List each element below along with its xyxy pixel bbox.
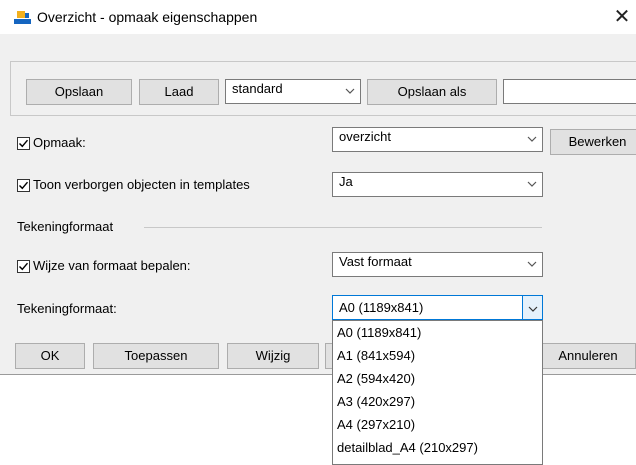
hidden-objects-select-value: Ja [339, 174, 353, 189]
dropdown-option[interactable]: A0 (1189x841) [333, 321, 542, 344]
app-icon [14, 10, 31, 24]
close-button[interactable]: ✕ [608, 4, 636, 30]
title-bar: Overzicht - opmaak eigenschappen ✕ [0, 0, 636, 34]
load-button[interactable]: Laad [139, 79, 219, 105]
format-mode-checkbox[interactable] [17, 260, 30, 273]
opmaak-checkbox[interactable] [17, 137, 30, 150]
dropdown-option[interactable]: A2 (594x420) [333, 367, 542, 390]
edit-button[interactable]: Bewerken [550, 129, 636, 155]
save-button[interactable]: Opslaan [26, 79, 132, 105]
chevron-down-icon[interactable] [522, 296, 542, 319]
cancel-button[interactable]: Annuleren [540, 343, 636, 369]
chevron-down-icon [522, 128, 542, 151]
ok-button[interactable]: OK [15, 343, 85, 369]
dropdown-option[interactable]: detailblad_A4 (210x297) [333, 436, 542, 459]
opmaak-select-value: overzicht [339, 129, 392, 144]
drawing-format-select-value: A0 (1189x841) [339, 300, 424, 315]
hidden-objects-checkbox[interactable] [17, 179, 30, 192]
checkmark-icon [19, 262, 29, 271]
chevron-down-icon [522, 253, 542, 276]
save-as-name-input[interactable] [503, 79, 636, 104]
apply-button[interactable]: Toepassen [93, 343, 219, 369]
opmaak-label: Opmaak: [33, 135, 86, 150]
window-title: Overzicht - opmaak eigenschappen [37, 9, 258, 25]
chevron-down-icon [522, 173, 542, 196]
format-mode-select[interactable]: Vast formaat [332, 252, 543, 277]
checkmark-icon [19, 181, 29, 190]
dropdown-option[interactable]: A1 (841x594) [333, 344, 542, 367]
drawing-format-dropdown: A0 (1189x841) A1 (841x594) A2 (594x420) … [332, 320, 543, 465]
change-button[interactable]: Wijzig [227, 343, 319, 369]
properties-dialog: Overzicht - opmaak eigenschappen ✕ Opsla… [0, 0, 636, 375]
opmaak-select[interactable]: overzicht [332, 127, 543, 152]
dropdown-option[interactable]: A4 (297x210) [333, 413, 542, 436]
format-mode-select-value: Vast formaat [339, 254, 412, 269]
section-title: Tekeningformaat [17, 219, 114, 234]
hidden-objects-select[interactable]: Ja [332, 172, 543, 197]
hidden-objects-label: Toon verborgen objecten in templates [33, 177, 250, 192]
chevron-down-icon [340, 80, 360, 103]
preset-select-value: standard [232, 81, 283, 96]
save-as-button[interactable]: Opslaan als [367, 79, 497, 105]
format-mode-label: Wijze van formaat bepalen: [33, 258, 191, 273]
dropdown-option[interactable]: A3 (420x297) [333, 390, 542, 413]
preset-select[interactable]: standard [225, 79, 361, 104]
drawing-format-label: Tekeningformaat: [17, 301, 117, 316]
drawing-format-select[interactable]: A0 (1189x841) [332, 295, 543, 320]
checkmark-icon [19, 139, 29, 148]
section-divider [144, 227, 542, 228]
